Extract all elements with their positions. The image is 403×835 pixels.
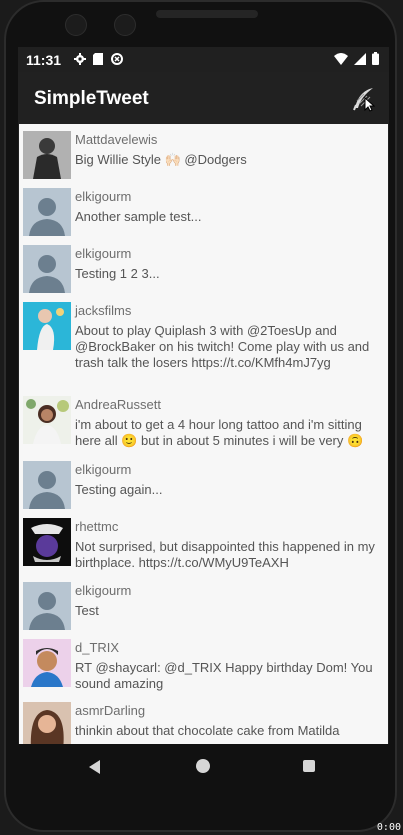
- sync-icon: [111, 53, 123, 65]
- speaker-grille: [156, 10, 258, 18]
- tweet-item[interactable]: elkigourm Test: [19, 577, 388, 634]
- status-time: 11:31: [26, 52, 62, 68]
- status-bar: 11:31: [18, 47, 389, 72]
- timer-label: 0:00: [376, 822, 401, 833]
- home-icon[interactable]: [196, 759, 210, 773]
- tweet-item[interactable]: elkigourm Testing again...: [19, 456, 388, 513]
- tweet-item[interactable]: AndreaRussett i'm about to get a 4 hour …: [19, 391, 388, 457]
- default-avatar-icon: [23, 245, 71, 293]
- avatar: [23, 518, 71, 566]
- tweet-username: elkigourm: [75, 189, 132, 204]
- tweet-username: AndreaRussett: [75, 397, 161, 412]
- tweet-item[interactable]: elkigourm Testing 1 2 3...: [19, 240, 388, 297]
- tweet-text: thinkin about that chocolate cake from M…: [75, 723, 340, 738]
- default-avatar-icon: [23, 582, 71, 630]
- tweet-timeline[interactable]: Mattdavelewis Big Willie Style 🙌🏻 @Dodge…: [19, 124, 388, 744]
- tweet-username: elkigourm: [75, 246, 132, 261]
- tweet-text: i'm about to get a 4 hour long tattoo an…: [75, 417, 364, 448]
- tweet-item[interactable]: Mattdavelewis Big Willie Style 🙌🏻 @Dodge…: [19, 126, 388, 186]
- tweet-text: About to play Quiplash 3 with @2ToesUp a…: [75, 323, 370, 370]
- app-toolbar: SimpleTweet: [18, 72, 389, 124]
- battery-icon: [372, 52, 379, 65]
- tweet-username: Mattdavelewis: [75, 132, 158, 147]
- app-title: SimpleTweet: [34, 88, 149, 109]
- tweet-text: Another sample test...: [75, 209, 202, 224]
- tweet-username: rhettmc: [75, 519, 119, 534]
- tweet-text: Testing 1 2 3...: [75, 266, 160, 281]
- tweet-text: Not surprised, but disappointed this hap…: [75, 539, 375, 570]
- avatar: [23, 702, 71, 744]
- avatar: [23, 302, 71, 350]
- recent-apps-icon[interactable]: [303, 760, 315, 772]
- tweet-text: Testing again...: [75, 482, 163, 497]
- tweet-username: elkigourm: [75, 583, 132, 598]
- tweet-item[interactable]: d_TRIX RT @shaycarl: @d_TRIX Happy birth…: [19, 634, 388, 697]
- sd-card-icon: [93, 53, 103, 65]
- settings-icon: [74, 53, 86, 65]
- front-camera: [65, 14, 87, 36]
- tweet-text: Test: [75, 603, 99, 618]
- tweet-item[interactable]: elkigourm Another sample test...: [19, 183, 388, 240]
- back-icon[interactable]: [88, 760, 102, 774]
- phone-screen: 11:31 SimpleTweet Mattdavelewis Big Will…: [18, 47, 389, 789]
- tweet-item[interactable]: rhettmc Not surprised, but disappointed …: [19, 513, 388, 577]
- tweet-username: d_TRIX: [75, 640, 120, 655]
- tweet-text: RT @shaycarl: @d_TRIX Happy birthday Dom…: [75, 660, 373, 691]
- system-nav-bar: [18, 744, 389, 789]
- avatar: [23, 396, 71, 444]
- default-avatar-icon: [23, 461, 71, 509]
- tweet-item[interactable]: jacksfilms About to play Quiplash 3 with…: [19, 297, 388, 391]
- tweet-text: Big Willie Style 🙌🏻 @Dodgers: [75, 152, 247, 167]
- tweet-username: elkigourm: [75, 462, 132, 477]
- tweet-item[interactable]: asmrDarling thinkin about that chocolate…: [19, 697, 388, 744]
- avatar: [23, 131, 71, 179]
- compose-feather-icon[interactable]: [351, 86, 377, 112]
- wifi-icon: [334, 52, 348, 65]
- avatar: [23, 639, 71, 687]
- cell-signal-icon: [354, 52, 366, 65]
- front-sensor: [114, 14, 136, 36]
- tweet-username: jacksfilms: [75, 303, 132, 318]
- default-avatar-icon: [23, 188, 71, 236]
- tweet-username: asmrDarling: [75, 703, 146, 718]
- phone-frame: 11:31 SimpleTweet Mattdavelewis Big Will…: [4, 0, 397, 832]
